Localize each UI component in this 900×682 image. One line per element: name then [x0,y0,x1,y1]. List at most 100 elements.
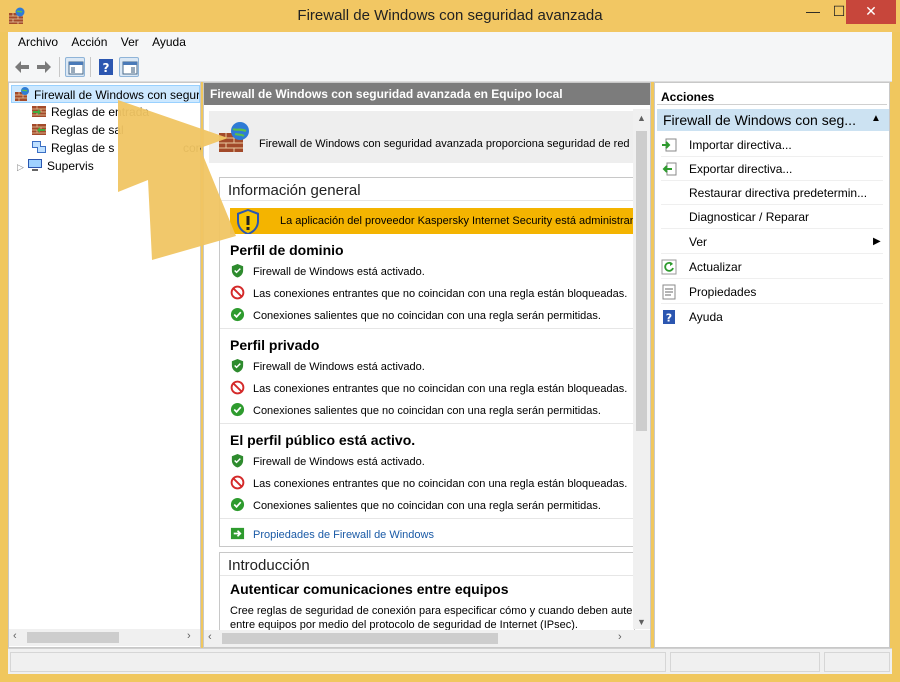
scroll-thumb[interactable] [27,632,119,643]
submenu-arrow-icon: ▶ [873,236,881,247]
firewall-globe-icon [219,122,249,152]
expand-chevron-icon[interactable]: ▷ [17,158,27,175]
menu-accion[interactable]: Acción [61,32,107,49]
action-restore-default[interactable]: Restaurar directiva predetermin... [661,181,883,205]
action-export-policy[interactable]: Exportar directiva... [661,157,883,181]
tree-item-inbound[interactable]: Reglas de entrada [31,103,201,121]
properties-link-row[interactable]: Propiedades de Firewall de Windows [230,526,434,542]
mid-vertical-scrollbar[interactable]: ▲ ▼ [633,109,650,629]
menu-ayuda[interactable]: Ayuda [142,32,186,49]
shield-check-icon [231,263,244,278]
tree-item-label: Reglas de entrada [51,105,150,119]
scroll-right-arrow-icon[interactable]: › [187,630,191,642]
check-circle-icon [230,402,245,417]
outbound-rules-icon [32,124,46,135]
help-icon[interactable]: ? [96,57,116,77]
scroll-thumb[interactable] [222,633,498,644]
introduction-section: Introducción Autenticar comunicaciones e… [219,552,635,632]
shield-check-icon [231,358,244,373]
tree-item-label: Supervis [47,159,94,173]
actions-section-header[interactable]: Firewall de Windows con seg... ▲ [657,109,889,131]
status-line: Firewall de Windows está activado. [230,263,425,279]
status-text: Conexiones salientes que no coincidan co… [253,500,601,512]
properties-link[interactable]: Propiedades de Firewall de Windows [253,529,434,541]
intro-title: Introducción [228,557,310,574]
scroll-left-arrow-icon[interactable]: ‹ [208,631,212,643]
monitoring-icon [28,159,42,171]
scroll-thumb[interactable] [636,131,647,431]
tree-item-label: Reglas de s [51,141,115,155]
connection-security-icon [32,141,46,153]
warning-banner: La aplicación del proveedor Kaspersky In… [230,208,635,234]
status-text: Las conexiones entrantes que no coincida… [253,288,628,300]
menu-archivo[interactable]: Archivo [8,32,58,49]
menu-bar: Archivo Acción Ver Ayuda [8,32,892,52]
check-circle-icon [230,307,245,322]
action-diagnose-repair[interactable]: Diagnosticar / Reparar [661,205,883,229]
intro-subtitle: Autenticar comunicaciones entre equipos [230,581,509,597]
overview-title: Información general [228,182,361,199]
status-text: Firewall de Windows está activado. [253,456,425,468]
export-icon [662,162,677,176]
check-circle-icon [230,497,245,512]
tree-item-connection-security[interactable]: Reglas de s con [31,139,201,157]
scroll-right-arrow-icon[interactable]: › [618,631,622,643]
actions-header: Acciones [657,85,887,105]
collapse-arrow-icon[interactable]: ▲ [871,113,881,124]
status-text: Conexiones salientes que no coincidan co… [253,310,601,322]
action-label: Actualizar [689,260,742,274]
warning-text: La aplicación del proveedor Kaspersky In… [280,215,635,227]
mid-horizontal-scrollbar[interactable]: ‹ › [204,630,650,647]
action-help[interactable]: ? Ayuda [661,305,883,329]
action-import-policy[interactable]: Importar directiva... [661,133,883,157]
status-text: Las conexiones entrantes que no coincida… [253,478,628,490]
action-refresh[interactable]: Actualizar [661,255,883,279]
back-arrow-icon[interactable] [12,57,32,77]
close-button[interactable]: ✕ [846,0,896,24]
actions-pane: Acciones Firewall de Windows con seg... … [654,82,890,648]
action-label: Ayuda [689,310,723,324]
tree-item-label-tail: con [183,141,201,155]
status-line: Conexiones salientes que no coincidan co… [230,307,601,323]
action-view[interactable]: Ver ▶ [661,230,883,254]
status-cell [824,652,890,672]
action-properties[interactable]: Propiedades [661,280,883,304]
results-header: Firewall de Windows con seguridad avanza… [204,83,650,105]
status-line: Conexiones salientes que no coincidan co… [230,497,601,513]
forward-arrow-icon[interactable] [34,57,54,77]
toolbar: ? [8,52,892,82]
scroll-left-arrow-icon[interactable]: ‹ [13,630,17,642]
svg-text:?: ? [103,61,110,75]
tree-item-outbound[interactable]: Reglas de sal [31,121,201,139]
shield-check-icon [231,453,244,468]
tree-root-label: Firewall de Windows con segur [34,88,200,102]
overview-section: Información general La aplicación del pr… [219,177,635,547]
scroll-up-arrow-icon[interactable]: ▲ [637,113,646,123]
menu-ver[interactable]: Ver [111,32,139,49]
window-title: Firewall de Windows con seguridad avanza… [297,7,603,24]
left-horizontal-scrollbar[interactable]: ‹ › [9,629,200,646]
show-tree-icon[interactable] [65,57,85,77]
action-label: Ver [689,235,708,249]
divider [220,200,634,201]
profile-title: Perfil privado [230,337,320,353]
action-label: Diagnosticar / Reparar [689,210,810,224]
show-actions-icon[interactable] [119,57,139,77]
status-cell [670,652,820,672]
inbound-rules-icon [32,106,46,117]
profile-title: El perfil público está activo. [230,432,416,448]
divider [220,575,634,576]
profile-title: Perfil de dominio [230,242,344,258]
tree-root[interactable]: Firewall de Windows con segur [11,85,200,103]
banner-text: Firewall de Windows con seguridad avanza… [259,138,634,150]
action-label: Restaurar directiva predetermin... [689,186,868,200]
divider [220,423,634,424]
status-line: Las conexiones entrantes que no coincida… [230,380,627,396]
status-line: Las conexiones entrantes que no coincida… [230,285,627,301]
action-label: Importar directiva... [689,138,792,152]
scroll-down-arrow-icon[interactable]: ▼ [637,617,646,627]
tree-item-monitoring[interactable]: ▷ Supervis [17,157,201,175]
status-bar [8,648,892,674]
properties-icon [662,284,676,300]
title-bar: Firewall de Windows con seguridad avanza… [0,0,900,32]
